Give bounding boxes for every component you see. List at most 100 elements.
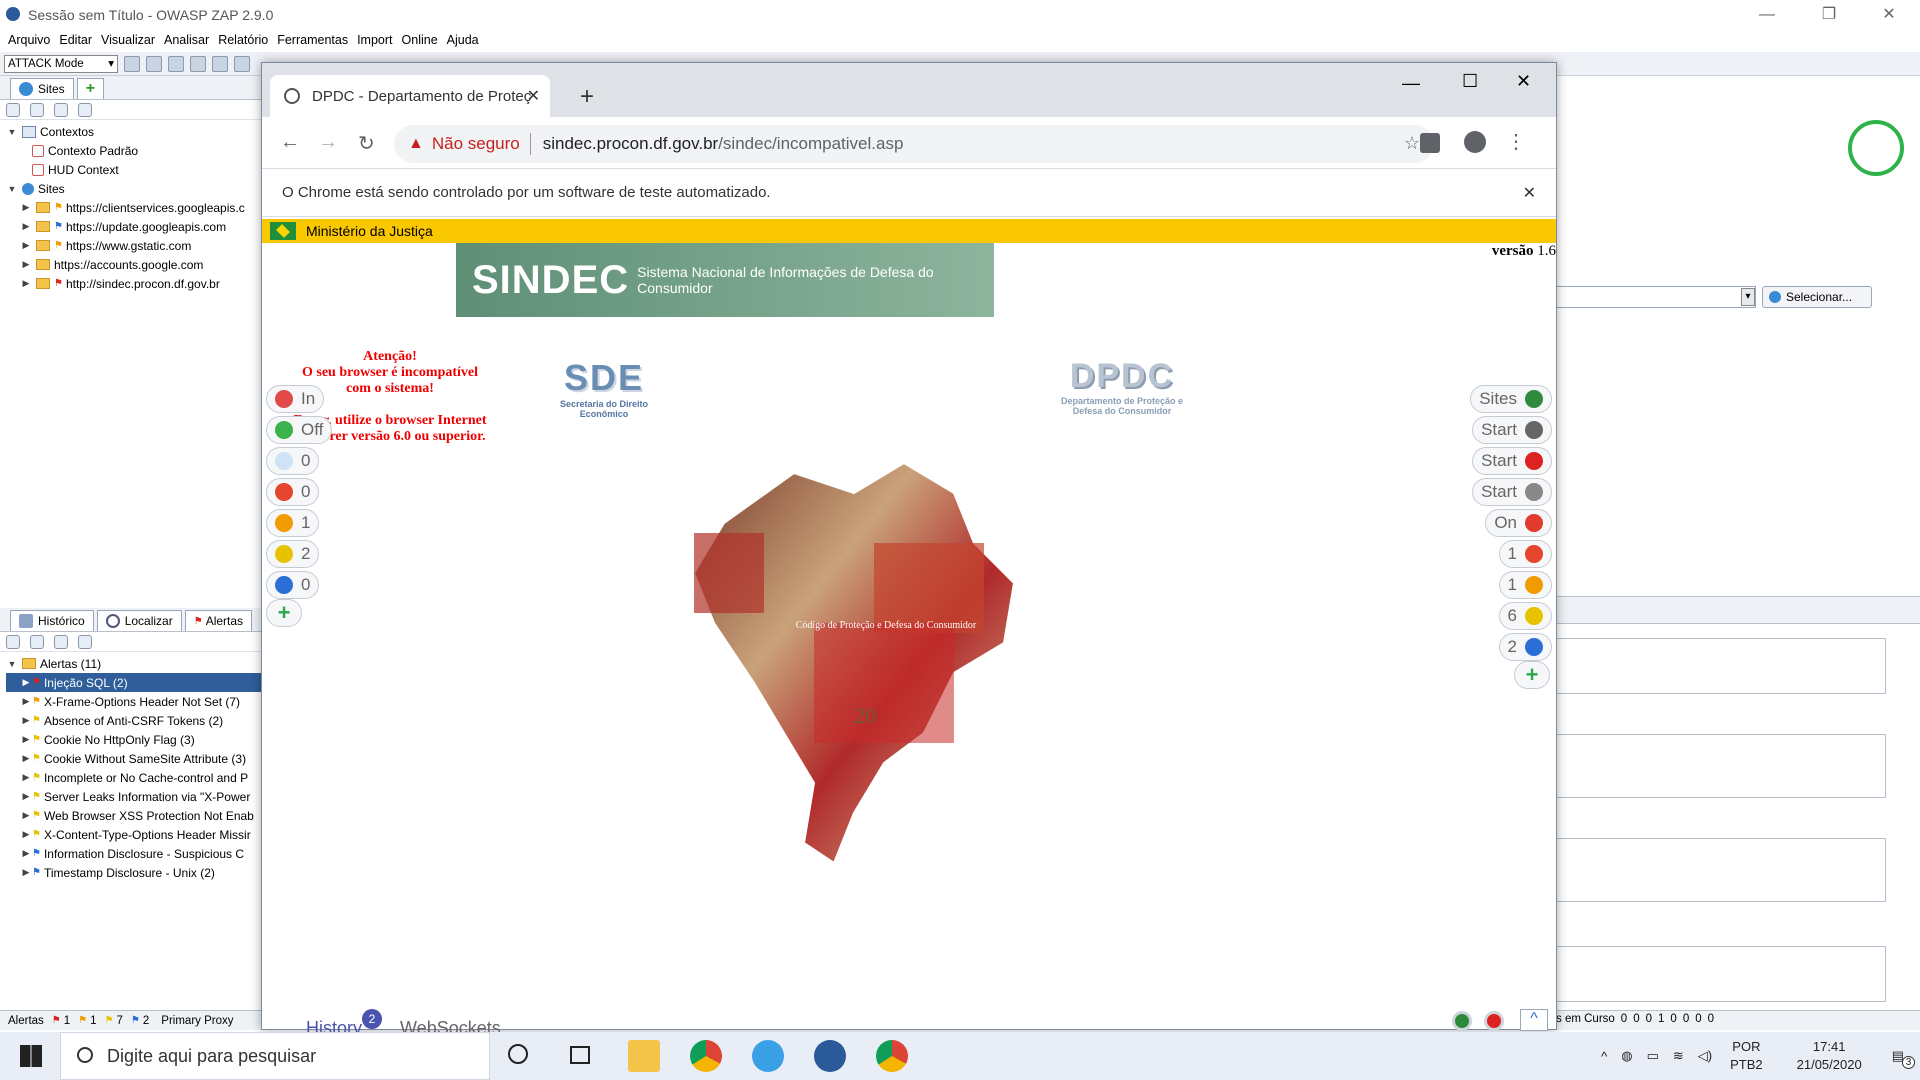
tree-context-hud[interactable]: HUD Context: [6, 160, 261, 179]
hud-right-button[interactable]: 2: [1498, 633, 1552, 661]
hud-left-button[interactable]: 1: [266, 509, 320, 537]
alert-item[interactable]: ▶ ⚑ X-Frame-Options Header Not Set (7): [6, 692, 261, 711]
tab-historico[interactable]: Histórico: [10, 610, 94, 631]
hud-add-right-button[interactable]: +: [1514, 661, 1550, 689]
options-icon[interactable]: [234, 55, 250, 72]
menu-ajuda[interactable]: Ajuda: [447, 33, 479, 47]
menu-import[interactable]: Import: [357, 33, 392, 47]
maximize-icon[interactable]: ☐: [1462, 71, 1478, 92]
expand-icon[interactable]: ▶: [20, 696, 32, 707]
alert-item[interactable]: ▶ ⚑ Incomplete or No Cache-control and P: [6, 768, 261, 787]
close-icon[interactable]: ✕: [1516, 71, 1531, 92]
tray-battery-icon[interactable]: ▭: [1647, 1048, 1659, 1064]
save-session-icon[interactable]: [168, 55, 184, 72]
hud-add-left-button[interactable]: +: [266, 599, 302, 627]
notifications-icon[interactable]: ▤ 3: [1892, 1048, 1916, 1069]
file-explorer-icon[interactable]: [628, 1040, 660, 1072]
menu-online[interactable]: Online: [402, 33, 438, 47]
select-button[interactable]: Selecionar...: [1762, 286, 1872, 308]
windows-start-icon[interactable]: [20, 1045, 42, 1067]
star-icon[interactable]: ☆: [1404, 133, 1420, 154]
hud-left-button[interactable]: 0: [266, 447, 320, 475]
hud-right-button[interactable]: Sites: [1470, 385, 1552, 413]
tab-localizar[interactable]: Localizar: [96, 610, 182, 631]
hud-left-button[interactable]: 0: [266, 478, 320, 506]
export-context-icon[interactable]: [78, 102, 92, 117]
menu-editar[interactable]: Editar: [59, 33, 92, 47]
menu-arquivo[interactable]: Arquivo: [8, 33, 50, 47]
combo-arrow-icon[interactable]: ▾: [1741, 288, 1755, 306]
alert-item[interactable]: ▶ ⚑ Cookie No HttpOnly Flag (3): [6, 730, 261, 749]
reload-icon[interactable]: ↻: [358, 131, 375, 156]
task-view-icon[interactable]: [570, 1046, 590, 1064]
chrome-icon[interactable]: [876, 1040, 908, 1072]
hud-right-button[interactable]: Start: [1472, 478, 1552, 506]
expand-icon[interactable]: ▶: [20, 677, 32, 688]
alert-item[interactable]: ▶ ⚑ X-Content-Type-Options Header Missir: [6, 825, 261, 844]
hud-right-button[interactable]: Start: [1472, 447, 1552, 475]
expand-icon[interactable]: ▶: [20, 867, 32, 878]
site-item[interactable]: ▶ ⚑ https://update.googleapis.com: [6, 217, 261, 236]
alert-item[interactable]: ▶ ⚑ Cookie Without SameSite Attribute (3): [6, 749, 261, 768]
profile-icon[interactable]: [1464, 131, 1486, 153]
hud-left-button[interactable]: 0: [266, 571, 320, 599]
forward-icon[interactable]: →: [318, 131, 338, 154]
new-context-icon[interactable]: [30, 102, 44, 117]
alert-item[interactable]: ▶ ⚑ Timestamp Disclosure - Unix (2): [6, 863, 261, 882]
add-tab-button[interactable]: +: [76, 78, 105, 99]
hud-status-red-icon[interactable]: [1484, 1011, 1504, 1031]
broom-icon[interactable]: [78, 634, 92, 649]
expand-icon[interactable]: ▶: [20, 715, 32, 726]
alert-item[interactable]: ▶ ⚑ Server Leaks Information via "X-Power: [6, 787, 261, 806]
tree-contexts[interactable]: ▼ Contextos: [6, 122, 261, 141]
hud-left-button[interactable]: Off: [266, 416, 333, 444]
menu-icon[interactable]: ⋮: [1506, 129, 1526, 154]
site-item[interactable]: ▶ ⚑ https://clientservices.googleapis.c: [6, 198, 261, 217]
site-item[interactable]: ▶ ⚑ https://www.gstatic.com: [6, 236, 261, 255]
open-session-icon[interactable]: [146, 55, 162, 72]
address-bar[interactable]: ▲ Não seguro sindec.procon.df.gov.br/sin…: [394, 125, 1434, 163]
expand-icon[interactable]: ▶: [20, 734, 32, 745]
new-tab-icon[interactable]: +: [580, 83, 594, 111]
tray-clock[interactable]: 17:41 21/05/2020: [1797, 1038, 1862, 1074]
tree-sites[interactable]: ▼ Sites: [6, 179, 261, 198]
expand-icon[interactable]: ▶: [20, 829, 32, 840]
alerts-root[interactable]: ▼ Alertas (11): [6, 654, 261, 673]
tab-sites[interactable]: Sites: [10, 78, 74, 99]
import-context-icon[interactable]: [54, 102, 68, 117]
tray-network-icon[interactable]: ◍: [1621, 1048, 1632, 1064]
edit-icon[interactable]: [54, 634, 68, 649]
taskbar-search[interactable]: Digite aqui para pesquisar: [60, 1032, 490, 1080]
menu-visualizar[interactable]: Visualizar: [101, 33, 155, 47]
tray-language[interactable]: POR PTB2: [1730, 1038, 1763, 1074]
close-icon[interactable]: ✕: [1523, 183, 1536, 203]
hud-right-button[interactable]: 6: [1498, 602, 1552, 630]
mode-select[interactable]: ATTACK Mode: [4, 54, 118, 73]
alert-item[interactable]: ▶ ⚑ Injeção SQL (2): [6, 673, 261, 692]
hud-right-button[interactable]: 1: [1498, 540, 1552, 568]
hud-status-green-icon[interactable]: [1452, 1011, 1472, 1031]
extension-icon[interactable]: [1420, 133, 1440, 153]
chrome-icon[interactable]: [690, 1040, 722, 1072]
alert-item[interactable]: ▶ ⚑ Information Disclosure - Suspicious C: [6, 844, 261, 863]
tab-alertas[interactable]: ⚑ Alertas: [184, 610, 253, 631]
tab-close-icon[interactable]: ✕: [527, 86, 540, 106]
menu-ferramentas[interactable]: Ferramentas: [277, 33, 348, 47]
hud-left-button[interactable]: In: [266, 385, 325, 413]
expand-icon[interactable]: ▶: [20, 753, 32, 764]
expand-icon[interactable]: ▶: [20, 810, 32, 821]
site-item[interactable]: ▶ ⚑ http://sindec.procon.df.gov.br: [6, 274, 261, 293]
target-icon[interactable]: [6, 102, 20, 117]
restore-icon[interactable]: ❐: [1806, 0, 1852, 30]
tray-volume-icon[interactable]: ◁): [1698, 1048, 1712, 1064]
expand-icon[interactable]: ▶: [20, 791, 32, 802]
alert-item[interactable]: ▶ ⚑ Absence of Anti-CSRF Tokens (2): [6, 711, 261, 730]
tree-context-default[interactable]: Contexto Padrão: [6, 141, 261, 160]
tray-wifi-icon[interactable]: ≋: [1673, 1048, 1684, 1064]
site-item[interactable]: ▶ https://accounts.google.com: [6, 255, 261, 274]
filter-icon[interactable]: [30, 634, 44, 649]
expand-icon[interactable]: ▶: [20, 772, 32, 783]
hud-expand-icon[interactable]: ^: [1520, 1009, 1548, 1031]
minimize-icon[interactable]: —: [1402, 73, 1420, 94]
new-session-icon[interactable]: [124, 55, 140, 72]
